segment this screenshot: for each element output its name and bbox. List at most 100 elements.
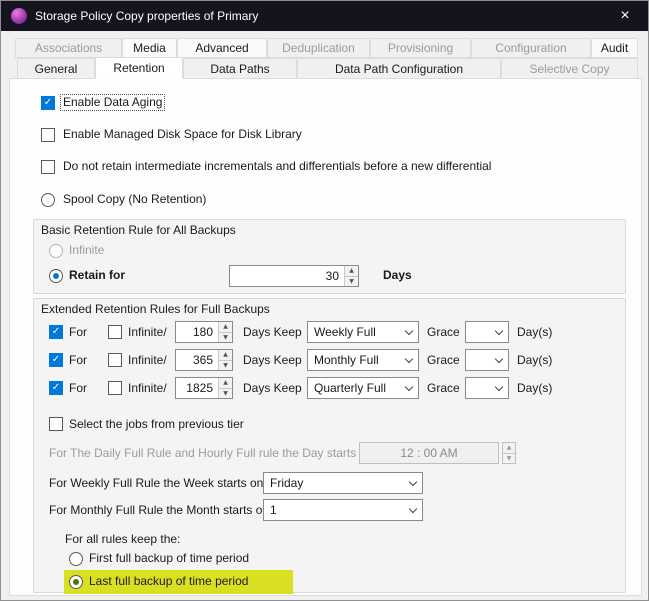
managed-disk-space-checkbox[interactable] — [41, 128, 55, 142]
close-icon: × — [620, 7, 629, 25]
daily-rule-label: For The Daily Full Rule and Hourly Full … — [49, 446, 373, 461]
ext-row3-cycle-combo[interactable]: Quarterly Full — [307, 377, 419, 399]
ext-row3-days-value[interactable]: 1825 — [176, 378, 218, 398]
tab-retention[interactable]: Retention — [95, 57, 183, 79]
ext-row2-days-input[interactable]: 365 ▲ ▼ — [175, 349, 233, 371]
combo-value: Monthly Full — [308, 353, 400, 367]
check-icon: ✓ — [50, 326, 62, 338]
tab-audit[interactable]: Audit — [591, 38, 638, 58]
ext-row1-days-value[interactable]: 180 — [176, 322, 218, 342]
ext-row1-for-checkbox[interactable]: ✓ — [49, 325, 63, 339]
tab-general[interactable]: General — [17, 58, 95, 79]
ext-row3-for-label[interactable]: For — [69, 381, 87, 396]
tab-provisioning[interactable]: Provisioning — [370, 38, 471, 58]
check-icon: ✓ — [42, 97, 54, 109]
basic-retention-group-title: Basic Retention Rule for All Backups — [41, 223, 236, 238]
chevron-down-icon — [400, 322, 418, 342]
ext-row1-grace-combo[interactable] — [465, 321, 509, 343]
retain-days-input[interactable]: 30 ▲ ▼ — [229, 265, 359, 287]
tab-selective-copy[interactable]: Selective Copy — [501, 58, 638, 79]
ext-row1-infinite-label[interactable]: Infinite/ — [128, 325, 167, 340]
tab-associations[interactable]: Associations — [15, 38, 122, 58]
enable-data-aging-label[interactable]: Enable Data Aging — [61, 95, 164, 110]
close-button[interactable]: × — [602, 1, 648, 31]
ext-row2-cycle-combo[interactable]: Monthly Full — [307, 349, 419, 371]
combo-value: 1 — [264, 503, 404, 517]
spin-down-icon[interactable]: ▼ — [219, 360, 232, 371]
tab-deduplication[interactable]: Deduplication — [267, 38, 370, 58]
managed-disk-space-label[interactable]: Enable Managed Disk Space for Disk Libra… — [63, 127, 302, 142]
spin-up-icon[interactable]: ▲ — [219, 350, 232, 360]
first-full-backup-radio[interactable] — [69, 552, 83, 566]
monthly-start-combo[interactable]: 1 — [263, 499, 423, 521]
monthly-rule-label: For Monthly Full Rule the Month starts o… — [49, 503, 272, 518]
spin-down-icon[interactable]: ▼ — [219, 332, 232, 343]
tab-media[interactable]: Media — [122, 38, 177, 58]
last-full-backup-label[interactable]: Last full backup of time period — [89, 574, 248, 589]
spin-up-icon[interactable]: ▲ — [345, 266, 358, 276]
ext-row3-unit-label: Day(s) — [517, 381, 552, 396]
retain-days-value[interactable]: 30 — [230, 266, 344, 286]
tab-data-path-configuration[interactable]: Data Path Configuration — [297, 58, 501, 79]
ext-row2-for-label[interactable]: For — [69, 353, 87, 368]
ext-row2-infinite-label[interactable]: Infinite/ — [128, 353, 167, 368]
first-full-backup-label[interactable]: First full backup of time period — [89, 551, 249, 566]
days-label: Days — [383, 268, 412, 283]
ext-row3-grace-combo[interactable] — [465, 377, 509, 399]
ext-row3-days-input[interactable]: 1825 ▲ ▼ — [175, 377, 233, 399]
chevron-down-icon — [490, 378, 508, 398]
ext-row3-for-checkbox[interactable]: ✓ — [49, 381, 63, 395]
select-jobs-label[interactable]: Select the jobs from previous tier — [69, 417, 244, 432]
ext-row1-days-input[interactable]: 180 ▲ ▼ — [175, 321, 233, 343]
titlebar: Storage Policy Copy properties of Primar… — [1, 1, 648, 31]
chevron-down-icon — [490, 350, 508, 370]
spool-copy-label[interactable]: Spool Copy (No Retention) — [63, 192, 206, 207]
ext-row2-infinite-checkbox[interactable] — [108, 353, 122, 367]
app-icon — [11, 8, 27, 24]
tab-configuration[interactable]: Configuration — [471, 38, 591, 58]
retain-for-label[interactable]: Retain for — [69, 268, 125, 283]
chevron-down-icon — [400, 350, 418, 370]
ext-row1-days-spinner[interactable]: ▲ ▼ — [218, 322, 232, 342]
retain-for-radio[interactable] — [49, 269, 63, 283]
chevron-down-icon — [404, 473, 422, 493]
daily-time-input[interactable]: 12 : 00 AM — [359, 442, 499, 464]
ext-row1-cycle-combo[interactable]: Weekly Full — [307, 321, 419, 343]
spin-up-icon[interactable]: ▲ — [503, 443, 515, 453]
spin-up-icon[interactable]: ▲ — [219, 322, 232, 332]
ext-row2-unit-label: Day(s) — [517, 353, 552, 368]
spin-down-icon[interactable]: ▼ — [219, 388, 232, 399]
spin-up-icon[interactable]: ▲ — [219, 378, 232, 388]
infinite-radio[interactable] — [49, 244, 63, 258]
combo-value: Weekly Full — [308, 325, 400, 339]
last-full-backup-radio[interactable] — [69, 575, 83, 589]
ext-row3-infinite-checkbox[interactable] — [108, 381, 122, 395]
select-jobs-checkbox[interactable] — [49, 417, 63, 431]
spin-down-icon[interactable]: ▼ — [345, 276, 358, 287]
ext-row2-for-checkbox[interactable]: ✓ — [49, 353, 63, 367]
ext-row1-for-label[interactable]: For — [69, 325, 87, 340]
ext-row2-grace-combo[interactable] — [465, 349, 509, 371]
chevron-down-icon — [400, 378, 418, 398]
window-title: Storage Policy Copy properties of Primar… — [35, 9, 258, 23]
keep-rule-label: For all rules keep the: — [65, 532, 180, 547]
chevron-down-icon — [404, 500, 422, 520]
ext-row2-days-spinner[interactable]: ▲ ▼ — [218, 350, 232, 370]
ext-row3-days-spinner[interactable]: ▲ ▼ — [218, 378, 232, 398]
daily-time-spinner[interactable]: ▲ ▼ — [502, 442, 516, 464]
enable-data-aging-checkbox[interactable]: ✓ — [41, 96, 55, 110]
ext-row2-days-value[interactable]: 365 — [176, 350, 218, 370]
spool-copy-radio[interactable] — [41, 193, 55, 207]
no-intermediate-label[interactable]: Do not retain intermediate incrementals … — [63, 159, 491, 174]
no-intermediate-checkbox[interactable] — [41, 160, 55, 174]
ext-row3-infinite-label[interactable]: Infinite/ — [128, 381, 167, 396]
tab-data-paths[interactable]: Data Paths — [183, 58, 297, 79]
extended-retention-group-title: Extended Retention Rules for Full Backup… — [41, 302, 270, 317]
weekly-start-combo[interactable]: Friday — [263, 472, 423, 494]
retain-days-spinner[interactable]: ▲ ▼ — [344, 266, 358, 286]
infinite-label: Infinite — [69, 243, 104, 258]
check-icon: ✓ — [50, 354, 62, 366]
spin-down-icon[interactable]: ▼ — [503, 453, 515, 464]
ext-row1-infinite-checkbox[interactable] — [108, 325, 122, 339]
tab-advanced[interactable]: Advanced — [177, 38, 267, 58]
